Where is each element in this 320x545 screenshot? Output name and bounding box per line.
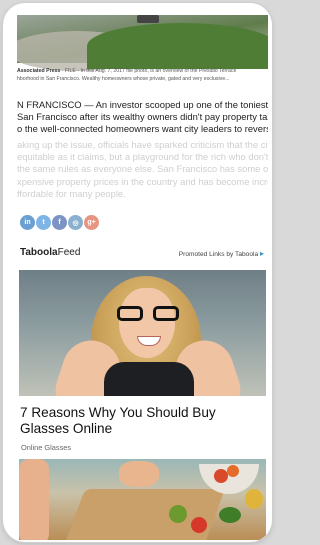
glasses-ad-image[interactable]	[19, 270, 266, 396]
faded-line: the same rules as everyone else. San Fra…	[17, 163, 268, 175]
ad-headline[interactable]: 7 Reasons Why You Should Buy Glasses Onl…	[20, 405, 265, 437]
article-line: N FRANCISCO — An investor scooped up one…	[17, 99, 268, 110]
photo-caption: Associated Press · FILE - In this Aug. 7…	[17, 67, 268, 83]
adchoices-icon[interactable]: ▸	[260, 249, 264, 258]
promoted-links-label[interactable]: Promoted Links by Taboola ▸	[179, 249, 264, 258]
article-faded-text: aking up the issue, officials have spark…	[17, 139, 268, 201]
article-screen: Associated Press · FILE - In this Aug. 7…	[17, 15, 268, 540]
cooking-ad-image[interactable]	[19, 459, 266, 540]
faded-line: ffordable for many people.	[17, 187, 126, 199]
instagram-icon[interactable]: ◎	[68, 215, 83, 230]
article-line: San Francisco after its wealthy owners d…	[17, 111, 268, 123]
taboola-header: TaboolaFeed Promoted Links by Taboola ▸	[17, 245, 268, 261]
taboola-feed-logo[interactable]: TaboolaFeed	[20, 247, 80, 258]
google-plus-icon[interactable]: g+	[84, 215, 99, 230]
article-body: N FRANCISCO — An investor scooped up one…	[17, 99, 268, 136]
linkedin-icon[interactable]: in	[20, 215, 35, 230]
faded-line: aking up the issue, officials have spark…	[17, 139, 268, 150]
social-share-bar: in t f ◎ g+	[20, 215, 99, 231]
facebook-icon[interactable]: f	[52, 215, 67, 230]
presidio-terrace-photo	[17, 15, 268, 71]
caption-text-1: · FILE - In this Aug. 7, 2017 file photo…	[60, 68, 237, 74]
phone-frame: Associated Press · FILE - In this Aug. 7…	[3, 3, 272, 542]
twitter-icon[interactable]: t	[36, 215, 51, 230]
article-line: o the well-connected homeowners want cit…	[17, 123, 268, 135]
ad-source[interactable]: Online Glasses	[21, 443, 71, 452]
faded-line: xpensive property prices in the country …	[17, 175, 268, 187]
faded-line: equitable as it claims, but a playground…	[17, 151, 268, 163]
caption-credit: Associated Press	[17, 68, 61, 74]
caption-text-2: hborhood in San Francisco. Wealthy homeo…	[17, 76, 230, 82]
